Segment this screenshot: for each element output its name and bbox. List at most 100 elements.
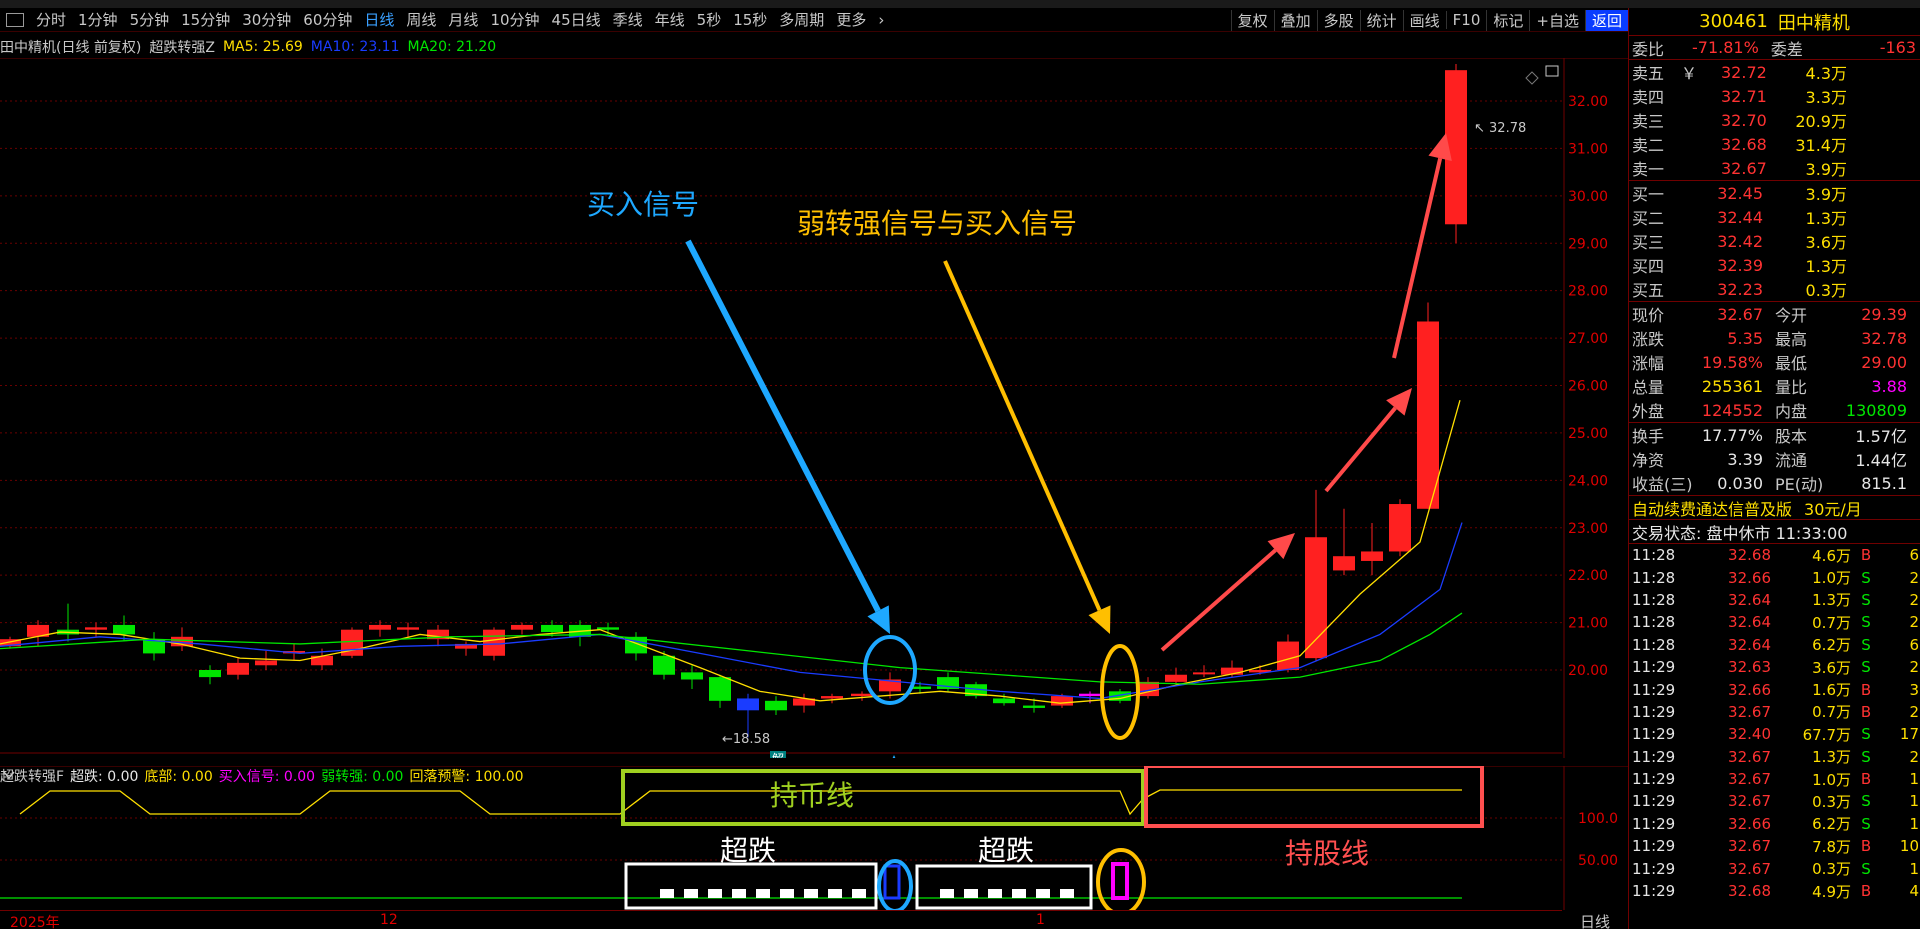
period-0[interactable]: 分时 xyxy=(30,9,72,30)
candle-body[interactable] xyxy=(113,624,135,635)
diamond-icon[interactable] xyxy=(1525,71,1539,85)
stat-label: 最低 xyxy=(1775,354,1808,373)
candle-body[interactable] xyxy=(851,693,873,697)
indicator-name[interactable]: 超跌转强Z xyxy=(149,37,215,57)
price-tick-label: 23.00 xyxy=(1568,521,1608,537)
candle-body[interactable] xyxy=(653,655,675,675)
period-1[interactable]: 1分钟 xyxy=(72,9,124,30)
candle-body[interactable] xyxy=(369,624,391,630)
candle-body[interactable] xyxy=(1165,674,1187,682)
candle-body[interactable] xyxy=(1193,672,1215,675)
tick-side: B xyxy=(1860,770,1872,789)
period-16[interactable]: 更多 xyxy=(830,9,872,30)
bid-row-4: 买五 32.23 0.3万 xyxy=(1629,277,1920,301)
stat-value: 17.77% xyxy=(1701,425,1763,445)
buy-signal-arrow xyxy=(685,239,881,613)
candle-body[interactable] xyxy=(1023,705,1045,708)
candle-body[interactable] xyxy=(255,660,277,666)
period-7[interactable]: 周线 xyxy=(400,9,442,30)
tick-price: 32.67 xyxy=(1728,792,1771,811)
bid-volume: 1.3万 xyxy=(1805,209,1847,228)
ask-price: 32.72 xyxy=(1721,62,1767,82)
period-13[interactable]: 5秒 xyxy=(691,9,728,30)
period-5[interactable]: 60分钟 xyxy=(297,9,358,30)
stat-label: 收益(三) xyxy=(1632,475,1693,494)
stat-label: 外盘 xyxy=(1632,402,1665,421)
candle-body[interactable] xyxy=(993,698,1015,704)
kline-chart[interactable]: 32.00 31.00 30.00 29.00 28.00 27.00 26.00 25.00… xyxy=(0,58,1628,758)
candle-body[interactable] xyxy=(1277,641,1299,670)
price-tick-label: 29.00 xyxy=(1568,236,1608,252)
period-11[interactable]: 季线 xyxy=(607,9,649,30)
tick-price: 32.66 xyxy=(1728,680,1771,699)
period-9[interactable]: 10分钟 xyxy=(484,9,545,30)
candle-body[interactable] xyxy=(511,624,533,630)
oversold-bar xyxy=(964,889,978,898)
period-2[interactable]: 5分钟 xyxy=(124,9,176,30)
candle-body[interactable] xyxy=(821,696,843,699)
toolbar-button-8[interactable]: 返回 xyxy=(1584,9,1628,31)
period-8[interactable]: 月线 xyxy=(442,9,484,30)
tick-row: 11:28 32.64 6.2万 S 6 xyxy=(1629,634,1920,656)
tick-price: 32.66 xyxy=(1728,814,1771,833)
bid-row-0: 买一 32.45 3.9万 xyxy=(1629,181,1920,205)
period-15[interactable]: 多周期 xyxy=(773,9,830,30)
stat-label: 现价 xyxy=(1632,306,1665,325)
toolbar-button-1[interactable]: 叠加 xyxy=(1273,9,1317,31)
candle-body[interactable] xyxy=(1361,551,1383,561)
candle-body[interactable] xyxy=(709,677,731,701)
candle-body[interactable] xyxy=(227,662,249,675)
hold-coin-box xyxy=(621,769,1145,826)
toolbar-button-4[interactable]: 画线 xyxy=(1402,9,1446,31)
tick-time: 11:29 xyxy=(1632,702,1676,721)
period-3[interactable]: 15分钟 xyxy=(175,9,236,30)
candle-body[interactable] xyxy=(1079,693,1101,697)
candle-body[interactable] xyxy=(1051,696,1073,706)
candle-body[interactable] xyxy=(541,624,563,633)
bid-volume: 0.3万 xyxy=(1805,281,1847,300)
toolbar-button-6[interactable]: 标记 xyxy=(1486,9,1529,31)
ask-price: 32.68 xyxy=(1721,134,1767,154)
bid-price: 32.44 xyxy=(1717,207,1763,227)
toolbar-button-3[interactable]: 统计 xyxy=(1359,9,1403,31)
promo-text[interactable]: 自动续费通达信普及版 xyxy=(1629,496,1792,520)
toolbar-button-7[interactable]: +自选 xyxy=(1529,9,1585,31)
panel-toggle-icon[interactable] xyxy=(1545,65,1559,77)
period-10[interactable]: 45日线 xyxy=(546,9,607,30)
toolbar-button-5[interactable]: F10 xyxy=(1445,11,1487,29)
candle-body[interactable] xyxy=(765,700,787,711)
toolbar-button-0[interactable]: 复权 xyxy=(1230,9,1274,31)
candle-body[interactable] xyxy=(1417,321,1439,509)
indicator-tick-label: 50.00 xyxy=(1578,853,1618,869)
stat-row-0: 现价 32.67 今开 29.39 xyxy=(1629,302,1920,326)
stat-value: 29.00 xyxy=(1861,352,1907,372)
candle-body[interactable] xyxy=(199,670,221,678)
candle-body[interactable] xyxy=(737,698,759,711)
price-tick-label: 25.00 xyxy=(1568,426,1608,442)
promo-row[interactable]: 自动续费通达信普及版 30元/月 xyxy=(1629,495,1920,519)
tick-side: S xyxy=(1861,635,1871,654)
ask-volume: 3.9万 xyxy=(1805,160,1847,179)
candle-body[interactable] xyxy=(397,627,419,630)
price-tick-label: 24.00 xyxy=(1568,473,1608,489)
annotation-buy-signal: 买入信号 xyxy=(587,188,700,221)
candle-body[interactable] xyxy=(1333,556,1355,571)
stat2-row-1: 净资 3.39 流通 1.44亿 xyxy=(1629,447,1920,471)
layout-icon[interactable] xyxy=(6,12,24,27)
tick-row: 11:29 32.67 0.7万 B 2 xyxy=(1629,701,1920,723)
toolbar-button-2[interactable]: 多股 xyxy=(1316,9,1360,31)
ma10-label: MA10: 23.11 xyxy=(310,39,400,55)
period-14[interactable]: 15秒 xyxy=(727,9,773,30)
period-6[interactable]: 日线 xyxy=(358,9,400,30)
chevron-down-icon[interactable] xyxy=(3,771,15,780)
candle-body[interactable] xyxy=(681,672,703,680)
chevron-right-icon[interactable]: › xyxy=(872,11,890,29)
oversold-box-1 xyxy=(624,862,878,910)
period-4[interactable]: 30分钟 xyxy=(236,9,297,30)
candle-body[interactable] xyxy=(85,627,107,630)
period-12[interactable]: 年线 xyxy=(649,9,691,30)
candle-body[interactable] xyxy=(1389,504,1411,552)
ask-label: 卖三 xyxy=(1632,112,1665,131)
candle-body[interactable] xyxy=(483,629,505,656)
trade-status: 交易状态: 盘中休市 11:33:00 xyxy=(1632,523,1848,543)
